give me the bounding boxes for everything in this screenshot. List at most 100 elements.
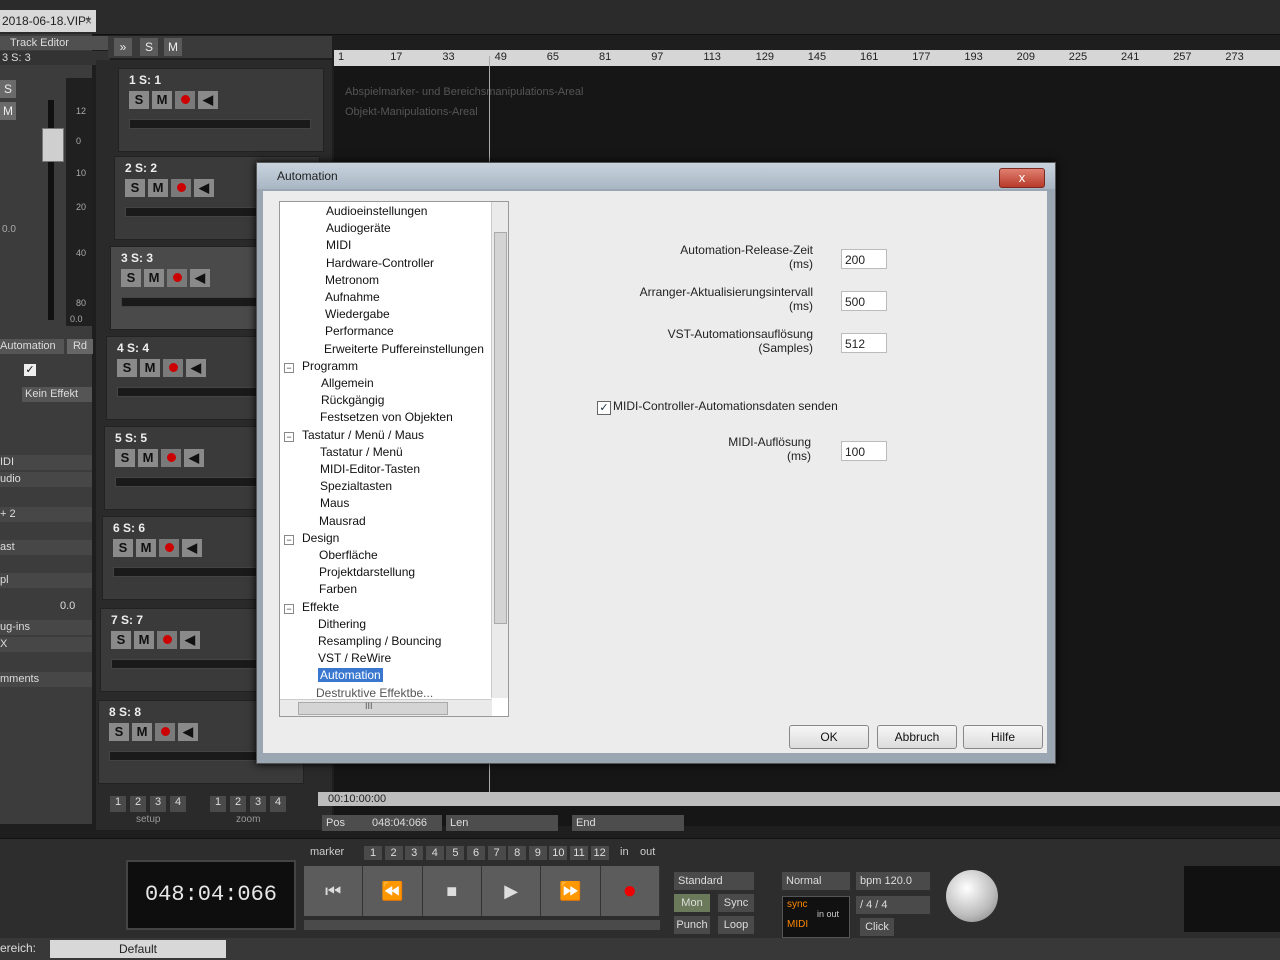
tree-vertical-scrollbar[interactable]: [491, 202, 508, 698]
zoom-button-3[interactable]: 3: [250, 796, 266, 812]
track-solo-button[interactable]: S: [113, 539, 133, 557]
track-record-button[interactable]: [167, 269, 187, 287]
tree-item[interactable]: VST / ReWire: [318, 651, 391, 665]
tree-item[interactable]: Performance: [325, 324, 394, 338]
tree-item[interactable]: Programm: [302, 359, 358, 373]
global-mute-button[interactable]: M: [164, 38, 182, 56]
ok-button[interactable]: OK: [789, 725, 869, 749]
tree-item[interactable]: Spezialtasten: [320, 479, 392, 493]
track-record-button[interactable]: [157, 631, 177, 649]
marker-button[interactable]: 3: [405, 846, 424, 860]
tree-item[interactable]: MIDI: [326, 238, 351, 252]
speaker-icon[interactable]: ◀: [180, 631, 200, 649]
tree-horizontal-scrollbar[interactable]: III: [280, 699, 492, 716]
tree-item[interactable]: Design: [302, 531, 339, 545]
tree-item[interactable]: Metronom: [325, 273, 379, 287]
tree-collapse-toggle[interactable]: −: [284, 362, 294, 373]
tree-item[interactable]: Mausrad: [319, 514, 366, 528]
tree-item[interactable]: Dithering: [318, 617, 366, 631]
track-solo-button[interactable]: S: [125, 179, 145, 197]
tree-item[interactable]: Projektdarstellung: [319, 565, 415, 579]
marker-button[interactable]: 10: [549, 846, 568, 860]
speaker-icon[interactable]: ◀: [184, 449, 204, 467]
track-record-button[interactable]: [163, 359, 183, 377]
time-display[interactable]: 048:04:066: [126, 860, 296, 930]
speaker-icon[interactable]: ◀: [198, 91, 218, 109]
collapse-button[interactable]: »: [114, 38, 132, 56]
track-mute-button[interactable]: M: [134, 631, 154, 649]
marker-button[interactable]: 8: [508, 846, 527, 860]
automation-checkbox[interactable]: ✓: [24, 364, 36, 376]
marker-button[interactable]: 12: [590, 846, 609, 860]
tree-item[interactable]: Aufnahme: [325, 290, 380, 304]
tree-item[interactable]: Hardware-Controller: [326, 256, 434, 270]
settings-tree[interactable]: Audioeinstellungen Audiogeräte MIDI Hardwar…: [279, 201, 509, 717]
tree-item[interactable]: Tastatur / Menü / Maus: [302, 428, 424, 442]
tree-item[interactable]: Resampling / Bouncing: [318, 634, 441, 648]
zoom-button-2[interactable]: 2: [230, 796, 246, 812]
zoom-button-4[interactable]: 4: [270, 796, 286, 812]
dialog-titlebar[interactable]: Automation: [257, 163, 1055, 189]
track-solo-button[interactable]: S: [129, 91, 149, 109]
side-label-last[interactable]: ast: [0, 540, 92, 555]
marker-button[interactable]: 5: [446, 846, 465, 860]
shuttle-slider[interactable]: [304, 920, 660, 930]
tree-collapse-toggle[interactable]: −: [284, 603, 294, 614]
stop-button[interactable]: ■: [423, 866, 482, 916]
side-label-comments[interactable]: mments: [0, 672, 92, 687]
setup-button-4[interactable]: 4: [170, 796, 186, 812]
normal-select[interactable]: Normal: [782, 872, 850, 890]
close-icon[interactable]: x: [999, 168, 1045, 188]
len-field[interactable]: Len: [446, 815, 558, 831]
speaker-icon[interactable]: ◀: [182, 539, 202, 557]
tree-item[interactable]: Erweiterte Puffereinstellungen: [324, 342, 484, 356]
tree-item[interactable]: Rückgängig: [321, 393, 384, 407]
setup-button-2[interactable]: 2: [130, 796, 146, 812]
out-label[interactable]: out: [640, 846, 655, 858]
punch-button[interactable]: Punch: [674, 916, 710, 934]
project-tab[interactable]: 2018-06-18.VIP* ×: [0, 10, 96, 32]
track-mute-button[interactable]: M: [148, 179, 168, 197]
tree-item[interactable]: Farben: [319, 582, 357, 596]
bpm-field[interactable]: bpm 120.0: [856, 872, 930, 890]
end-field[interactable]: End: [572, 815, 684, 831]
track-solo-button[interactable]: S: [109, 723, 129, 741]
side-label-channels[interactable]: + 2: [0, 507, 92, 522]
effect-select[interactable]: Kein Effekt: [22, 387, 92, 402]
arranger-input[interactable]: 500: [841, 291, 887, 311]
speaker-icon[interactable]: ◀: [194, 179, 214, 197]
tree-item[interactable]: Oberfläche: [319, 548, 378, 562]
track-mute-button[interactable]: M: [144, 269, 164, 287]
pos-field[interactable]: Pos 048:04:066: [322, 815, 442, 831]
midi-resolution-input[interactable]: 100: [841, 441, 887, 461]
tree-hscroll-thumb[interactable]: III: [298, 701, 448, 715]
speaker-icon[interactable]: ◀: [178, 723, 198, 741]
tree-item[interactable]: Audioeinstellungen: [326, 204, 427, 218]
setup-button-1[interactable]: 1: [110, 796, 126, 812]
record-button[interactable]: ●: [601, 866, 660, 916]
fast-forward-button[interactable]: ⏩: [541, 866, 601, 916]
sync-button[interactable]: Sync: [718, 894, 754, 912]
tree-item[interactable]: Allgemein: [321, 376, 374, 390]
tree-scroll-thumb[interactable]: [494, 232, 507, 624]
monitor-button[interactable]: Mon: [674, 894, 710, 912]
inspector-solo-button[interactable]: S: [0, 80, 16, 98]
play-button[interactable]: ▶: [482, 866, 542, 916]
track-mute-button[interactable]: M: [140, 359, 160, 377]
global-solo-button[interactable]: S: [140, 38, 158, 56]
tree-item-partial[interactable]: Destruktive Effektbe...: [316, 686, 433, 700]
track-volume-bar[interactable]: [129, 119, 311, 129]
track-solo-button[interactable]: S: [117, 359, 137, 377]
marker-button[interactable]: 9: [528, 846, 547, 860]
track-record-button[interactable]: [155, 723, 175, 741]
default-select[interactable]: Default: [50, 940, 226, 958]
mode-select[interactable]: Standard: [674, 872, 754, 890]
midi-send-checkbox[interactable]: ✓: [597, 401, 611, 415]
cancel-button[interactable]: Abbruch: [877, 725, 957, 749]
setup-button-3[interactable]: 3: [150, 796, 166, 812]
tree-collapse-toggle[interactable]: −: [284, 431, 294, 442]
track-mute-button[interactable]: M: [152, 91, 172, 109]
marker-button[interactable]: 2: [384, 846, 403, 860]
track-record-button[interactable]: [159, 539, 179, 557]
zoom-button-1[interactable]: 1: [210, 796, 226, 812]
